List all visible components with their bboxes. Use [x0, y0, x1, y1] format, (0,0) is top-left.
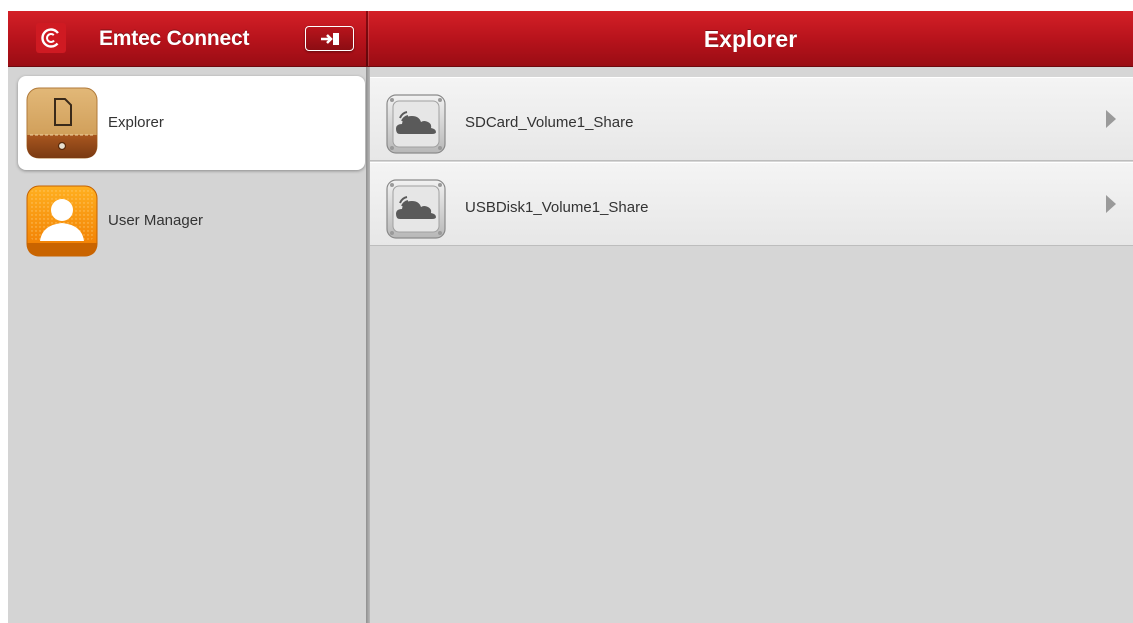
- emtec-logo-icon: [36, 23, 66, 53]
- share-row-usbdisk[interactable]: USBDisk1_Volume1_Share: [370, 162, 1133, 246]
- chevron-right-icon: [1106, 110, 1116, 128]
- folder-icon: [26, 87, 98, 159]
- sidebar-item-explorer[interactable]: Explorer: [18, 76, 365, 170]
- share-label: USBDisk1_Volume1_Share: [465, 199, 649, 216]
- cloud-drive-icon: [386, 94, 446, 154]
- sidebar-item-label: User Manager: [108, 212, 204, 229]
- share-row-sdcard[interactable]: SDCard_Volume1_Share: [370, 77, 1133, 161]
- cloud-drive-icon: [386, 179, 446, 239]
- page-title: Explorer: [703, 26, 798, 52]
- app-title: Emtec Connect: [99, 27, 250, 50]
- app-window: Emtec Connect Explorer Explorer User Man…: [8, 11, 1133, 623]
- share-label: SDCard_Volume1_Share: [465, 114, 634, 131]
- sidebar-item-user-manager[interactable]: User Manager: [18, 174, 365, 268]
- chevron-right-icon: [1106, 195, 1116, 213]
- sidebar-item-label: Explorer: [108, 114, 164, 131]
- logout-icon: [320, 32, 339, 45]
- header-bar: Emtec Connect Explorer: [8, 11, 1133, 67]
- logout-button[interactable]: [305, 26, 354, 51]
- sidebar: Explorer User Manager: [8, 67, 366, 623]
- share-list: SDCard_Volume1_Share USBDisk1_Volume1_Sh…: [370, 67, 1133, 623]
- user-icon: [26, 185, 98, 257]
